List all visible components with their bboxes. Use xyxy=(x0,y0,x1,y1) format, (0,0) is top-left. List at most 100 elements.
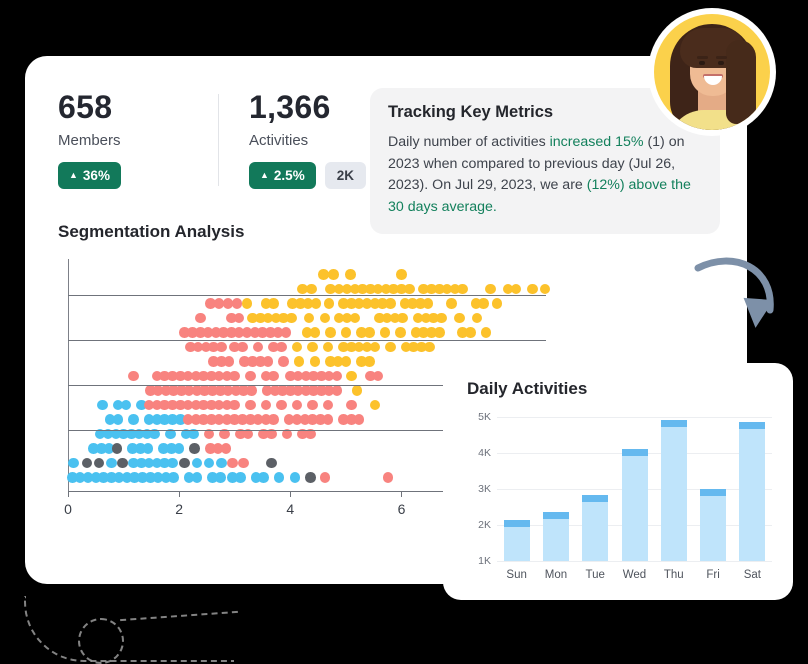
segmentation-dot xyxy=(307,341,318,353)
segmentation-dot xyxy=(252,341,264,353)
segmentation-dot xyxy=(309,327,321,338)
segmentation-dot xyxy=(291,399,303,411)
avatar-brow-left xyxy=(697,56,708,59)
segmentation-dot xyxy=(422,298,434,309)
segmentation-gridline xyxy=(68,339,546,341)
bar-x-label: Tue xyxy=(585,569,605,581)
daily-activities-card: Daily Activities 1K 2K 3K 4K 5K Sun Mon Tue Wed T… xyxy=(443,363,793,600)
segmentation-dot xyxy=(191,457,203,469)
segmentation-dot xyxy=(319,312,331,324)
avatar-image xyxy=(654,14,770,130)
segmentation-dot xyxy=(457,283,468,295)
bar-column[interactable] xyxy=(621,448,648,561)
bar-x-label: Sat xyxy=(743,569,761,581)
segmentation-dot xyxy=(235,472,246,483)
kpi-row: 658 Members ▲ 36% 1,366 Activities ▲ 2.5… xyxy=(58,89,409,190)
segmentation-dot xyxy=(278,356,289,367)
segmentation-dot xyxy=(346,370,357,382)
segmentation-dot xyxy=(220,443,232,454)
segmentation-dot xyxy=(241,298,253,309)
segmentation-dot xyxy=(305,472,316,483)
segmentation-dot xyxy=(93,457,105,469)
segmentation-dot xyxy=(237,341,248,353)
avatar-brow-right xyxy=(716,56,727,59)
kpi-members-label: Members xyxy=(58,132,121,150)
segmentation-dot xyxy=(306,283,317,295)
bar-body xyxy=(660,419,687,561)
bar-column[interactable] xyxy=(700,489,727,561)
segmentation-dot xyxy=(539,283,551,295)
segmentation-dot xyxy=(111,443,123,454)
segmentation-dot xyxy=(446,298,457,309)
segmentation-dot xyxy=(276,399,287,411)
segmentation-dot xyxy=(293,356,305,367)
segmentation-dot xyxy=(216,457,227,469)
segmentation-dot xyxy=(480,327,492,338)
segmentation-dot xyxy=(128,370,139,382)
segmentation-dot xyxy=(268,370,279,382)
bar-x-label: Thu xyxy=(663,569,684,581)
segmentation-dot xyxy=(471,312,483,324)
segmentation-dot xyxy=(173,443,185,454)
segmentation-dot xyxy=(364,327,375,338)
segmentation-x-label: 4 xyxy=(286,501,295,517)
bar-column[interactable] xyxy=(542,512,569,561)
segmentation-dot xyxy=(436,312,447,324)
segmentation-dot xyxy=(195,312,206,324)
bar-y-label: 3K xyxy=(478,483,491,495)
bar-cap xyxy=(503,519,530,527)
activities-trend-badge: ▲ 2.5% xyxy=(249,162,316,190)
bar-column[interactable] xyxy=(739,422,766,561)
bar-column[interactable] xyxy=(503,519,530,561)
segmentation-dot xyxy=(372,370,384,382)
segmentation-dot xyxy=(106,457,117,469)
segmentation-dot xyxy=(395,327,406,338)
segmentation-dot xyxy=(216,341,227,353)
activities-count-chip: 2K xyxy=(324,162,366,190)
segmentation-x-label: 2 xyxy=(175,501,184,517)
bar-x-label: Mon xyxy=(544,569,568,581)
segmentation-dot xyxy=(345,269,356,280)
segmentation-x-tick xyxy=(179,491,181,497)
segmentation-dot xyxy=(340,356,352,367)
segmentation-dot xyxy=(97,399,108,411)
bar-body xyxy=(621,448,648,561)
segmentation-dot xyxy=(229,370,240,382)
segmentation-dot xyxy=(465,327,476,338)
segmentation-x-tick xyxy=(68,491,69,497)
segmentation-dot xyxy=(331,385,343,396)
tracking-body: Daily number of activities increased 15%… xyxy=(388,132,702,218)
segmentation-dot xyxy=(527,283,538,295)
bar-gridline xyxy=(497,417,772,418)
bar-y-label: 1K xyxy=(478,555,491,567)
segmentation-dot xyxy=(273,472,285,483)
bar-body xyxy=(542,512,569,561)
bar-column[interactable] xyxy=(582,495,609,561)
segmentation-dot xyxy=(323,298,335,309)
segmentation-dot xyxy=(310,298,322,309)
segmentation-dot xyxy=(309,356,321,367)
segmentation-dot xyxy=(322,414,334,425)
bar-x-label: Wed xyxy=(622,569,647,581)
segmentation-title: Segmentation Analysis xyxy=(58,222,245,241)
segmentation-dot xyxy=(385,298,396,309)
curved-arrow-icon xyxy=(694,257,774,328)
dashed-decoration xyxy=(24,596,234,662)
bar-column[interactable] xyxy=(660,419,687,561)
daily-activities-chart: 1K 2K 3K 4K 5K Sun Mon Tue Wed Thu Fri Sat xyxy=(467,411,772,583)
segmentation-dot xyxy=(120,399,132,411)
segmentation-x-label: 6 xyxy=(397,501,406,517)
segmentation-dot xyxy=(349,312,361,324)
segmentation-dot xyxy=(189,443,200,454)
segmentation-dot xyxy=(223,356,235,367)
segmentation-dot xyxy=(353,414,365,425)
segmentation-dot xyxy=(325,327,336,338)
segmentation-dot xyxy=(280,327,292,338)
kpi-members-value: 658 xyxy=(58,89,113,125)
kpi-divider xyxy=(218,94,219,186)
members-trend-value: 36% xyxy=(82,168,110,184)
members-trend-badge: ▲ 36% xyxy=(58,162,121,190)
activities-trend-value: 2.5% xyxy=(273,168,305,184)
segmentation-dot xyxy=(369,341,381,353)
segmentation-dot xyxy=(328,269,339,280)
